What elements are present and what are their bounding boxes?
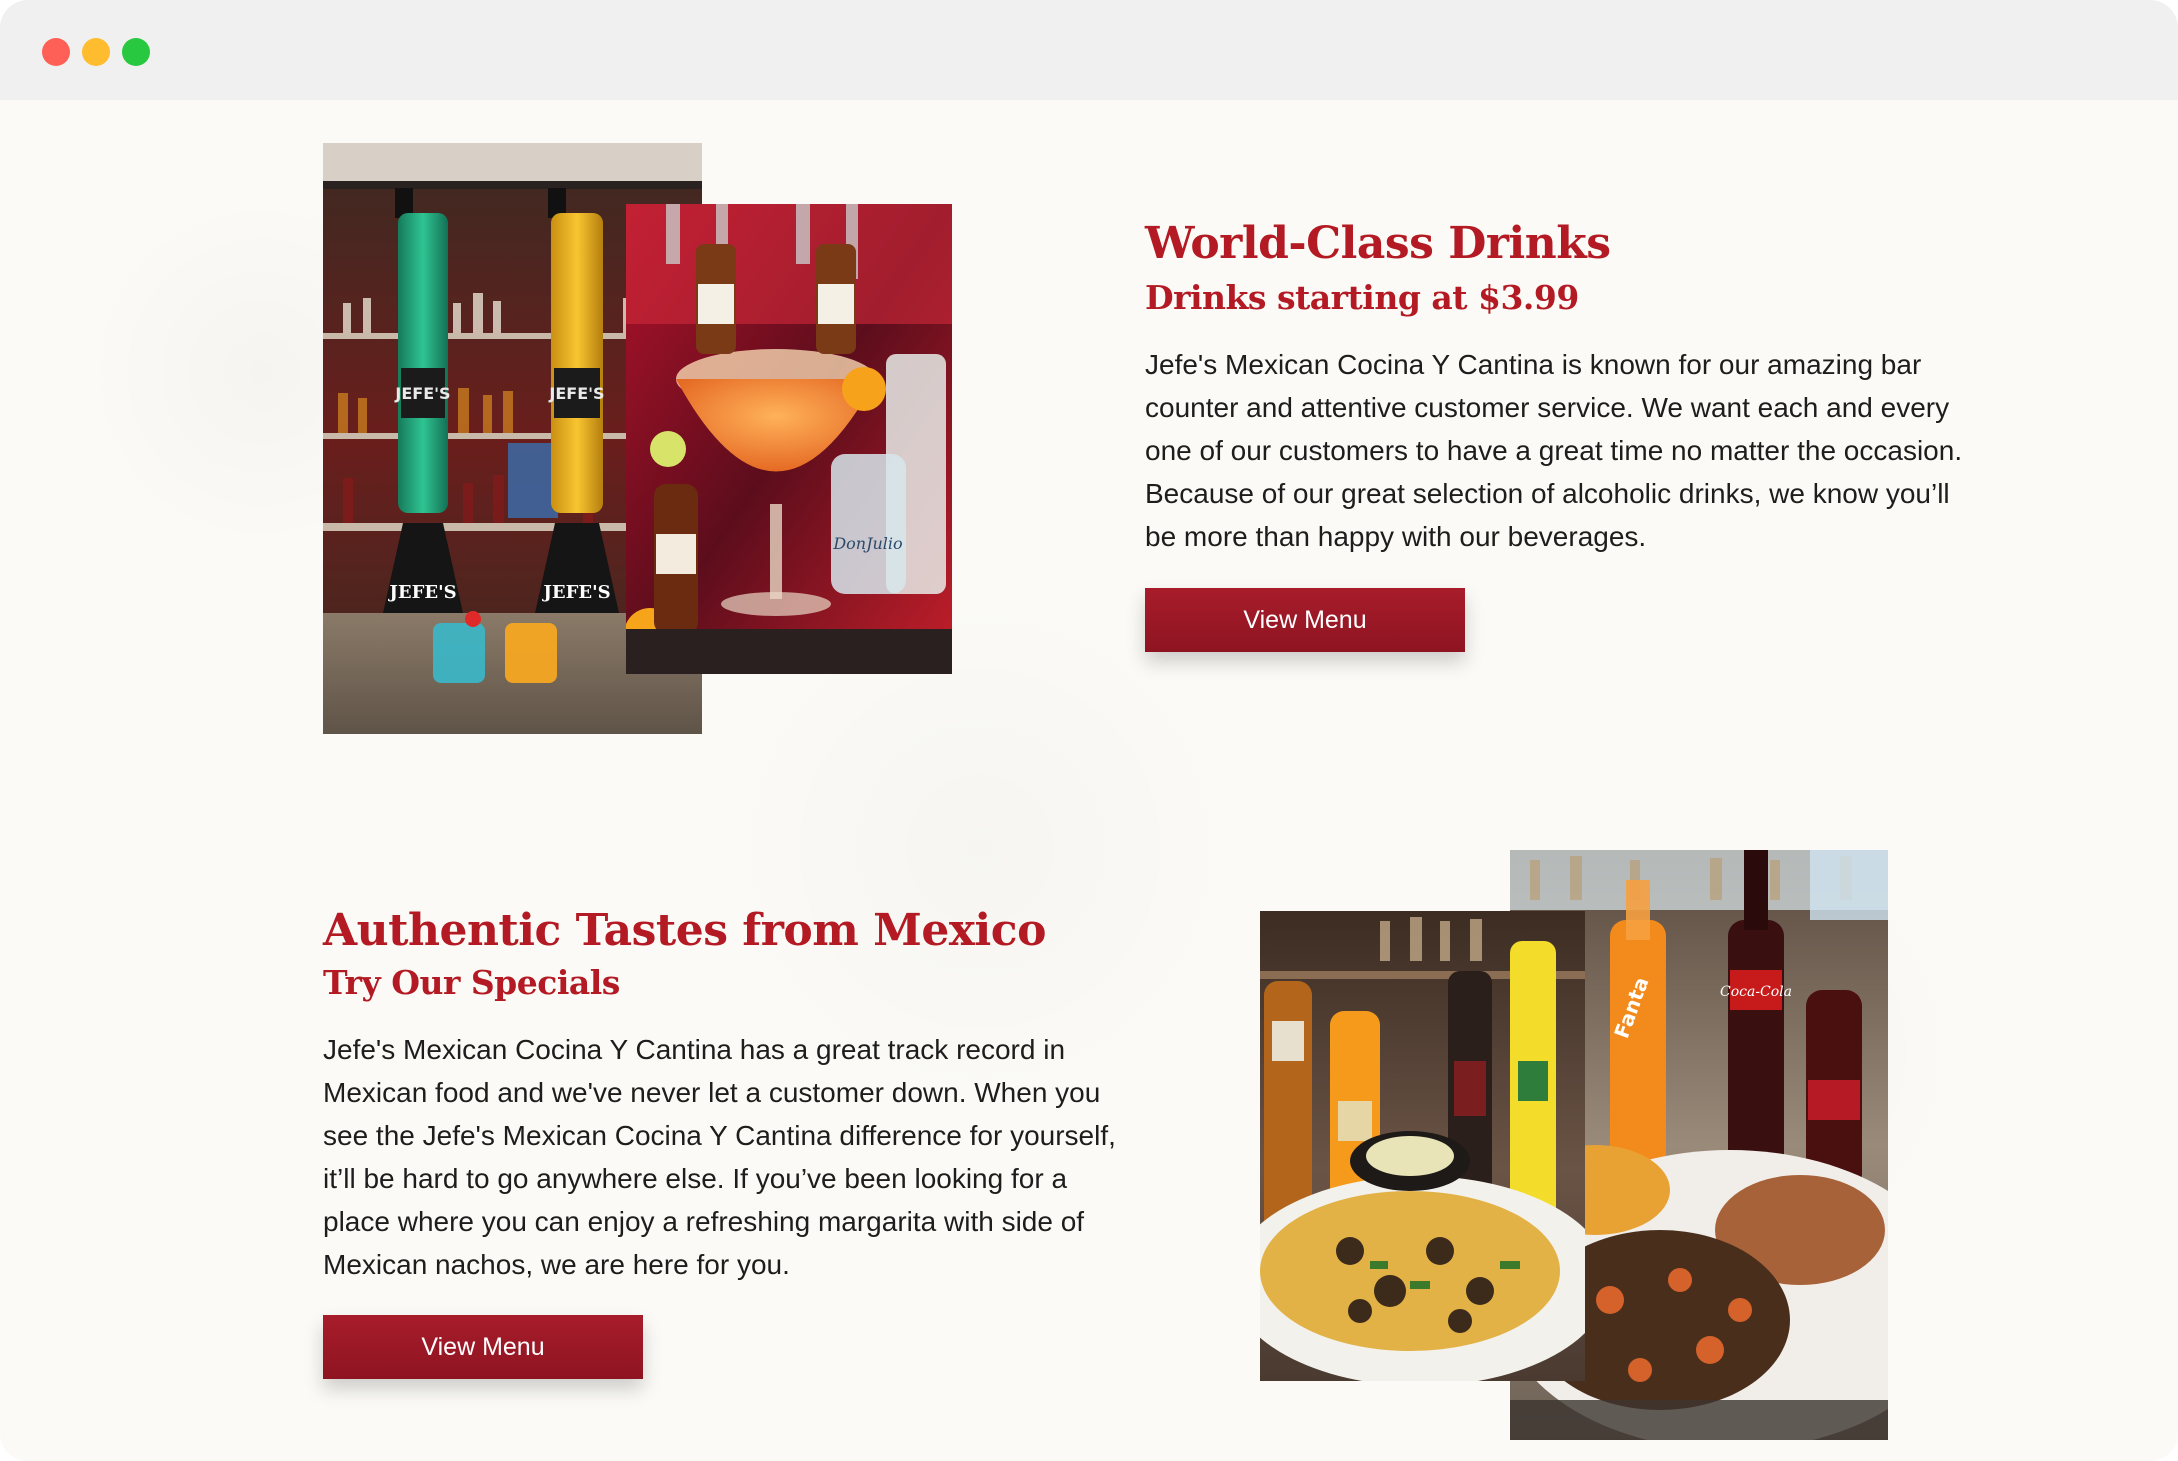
drinks-title: World-Class Drinks [1145, 218, 1611, 269]
svg-text:Coca-Cola: Coca-Cola [1720, 984, 1792, 1000]
svg-text:JEFE'S: JEFE'S [394, 384, 450, 403]
margarita-photo: DonJulio [626, 204, 952, 674]
drinks-subtitle: Drinks starting at $3.99 [1145, 278, 1579, 317]
food-subtitle: Try Our Specials [323, 963, 620, 1002]
svg-text:DonJulio: DonJulio [832, 534, 902, 553]
close-window-button[interactable] [42, 38, 70, 66]
svg-text:JEFE'S: JEFE'S [387, 582, 456, 603]
food-description: Jefe's Mexican Cocina Y Cantina has a gr… [323, 1034, 1116, 1280]
drinks-description: Jefe's Mexican Cocina Y Cantina is known… [1145, 349, 1963, 552]
food-view-menu-button[interactable]: View Menu [323, 1315, 643, 1379]
svg-text:JEFE'S: JEFE'S [541, 582, 610, 603]
minimize-window-button[interactable] [82, 38, 110, 66]
drinks-view-menu-button[interactable]: View Menu [1145, 588, 1465, 652]
page-content: JEFE'S JEFE'S JEFE'S JEFE'S DonJulio Wor… [0, 100, 2178, 1461]
window-titlebar [0, 0, 2178, 100]
nachos-photo [1260, 911, 1585, 1381]
maximize-window-button[interactable] [122, 38, 150, 66]
svg-text:JEFE'S: JEFE'S [548, 384, 604, 403]
browser-window: JEFE'S JEFE'S JEFE'S JEFE'S DonJulio Wor… [0, 0, 2178, 1461]
food-title: Authentic Tastes from Mexico [323, 905, 1046, 956]
